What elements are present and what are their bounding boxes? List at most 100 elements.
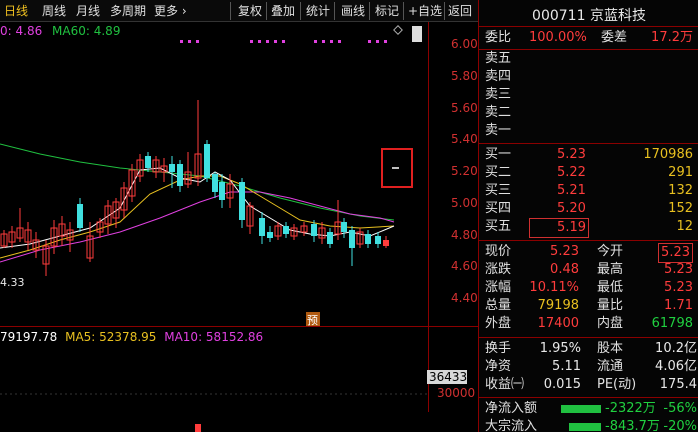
fund-label: 股本	[597, 341, 624, 356]
quote-row: 总量 79198 量比 1.71	[485, 297, 693, 315]
quote-value: 1.71	[664, 298, 693, 313]
draw-line-button[interactable]: 画线	[341, 3, 365, 19]
bid-label: 买三	[485, 183, 512, 198]
bid-volume: 132	[668, 183, 693, 198]
fund-row: 换手 1.95% 股本 10.2亿	[485, 340, 697, 358]
mark-button[interactable]: 标记	[375, 3, 399, 19]
price-tick: 5.60	[451, 101, 478, 115]
quote-value: 5.23	[664, 280, 693, 295]
volume-ma10: MA10: 58152.86	[164, 330, 264, 344]
price-tick: 6.00	[451, 37, 478, 51]
chart-toolbar: 日线 周线 月线 多周期 更多 › 复权 叠加 统计 画线 标记 +自选 返回	[0, 0, 478, 22]
quote-label: 最低	[597, 280, 624, 295]
ask-row: 卖二	[485, 104, 511, 122]
tab-monthly[interactable]: 月线	[76, 3, 100, 19]
quote-value: 5.23	[550, 244, 579, 259]
bid-price: 5.23	[557, 147, 586, 162]
quote-row: 外盘 17400 内盘 61798	[485, 315, 693, 333]
quote-value: 17400	[537, 316, 579, 331]
volume-chart[interactable]	[0, 344, 428, 432]
volume-legend: 79197.78 MA5: 52378.95 MA10: 58152.86	[0, 330, 263, 344]
flow-pct: -56%	[663, 401, 697, 416]
weibi-value: 100.00%	[529, 30, 587, 45]
overlay-button[interactable]: 叠加	[271, 3, 295, 19]
quote-row: 涨幅 10.11% 最低 5.23	[485, 279, 693, 297]
flow-bar	[561, 405, 601, 413]
stats-button[interactable]: 统计	[306, 3, 330, 19]
quote-value: 5.23	[664, 262, 693, 277]
tab-more[interactable]: 更多 ›	[154, 3, 187, 19]
flow-bar	[569, 423, 601, 431]
diamond-icon[interactable]	[393, 25, 403, 35]
fund-value: 0.015	[543, 377, 581, 392]
price-tick: 5.40	[451, 132, 478, 146]
quote-value: 5.23	[658, 243, 693, 263]
quote-label: 最高	[597, 262, 624, 277]
quote-label: 涨幅	[485, 280, 512, 295]
adjust-button[interactable]: 复权	[238, 3, 262, 19]
ask-label: 卖五	[485, 51, 512, 66]
weicha-label: 委差	[601, 30, 628, 45]
back-button[interactable]: 返回	[448, 3, 472, 19]
flow-label: 大宗流入	[485, 419, 538, 432]
tab-daily[interactable]: 日线	[4, 3, 28, 19]
ask-label: 卖二	[485, 105, 512, 120]
quote-label: 内盘	[597, 316, 624, 331]
ask-label: 卖四	[485, 69, 512, 84]
price-tick: 5.00	[451, 196, 478, 210]
price-tick: 4.80	[451, 228, 478, 242]
stock-title: 000711 京蓝科技	[532, 8, 646, 24]
weicha-value: 17.2万	[651, 30, 693, 45]
volume-tick: 30000	[437, 386, 476, 400]
kline-chart[interactable]: 4.33 预	[0, 22, 428, 326]
bid-label: 买五	[485, 219, 512, 234]
fund-value: 175.4	[659, 377, 697, 392]
tab-weekly[interactable]: 周线	[42, 3, 66, 19]
bid-row: 买四 5.20 152	[485, 200, 693, 218]
flow-label: 净流入额	[485, 401, 538, 416]
fund-value: 1.95%	[539, 341, 581, 356]
chart-scroll-handle[interactable]	[412, 26, 422, 42]
add-watchlist-button[interactable]: +自选	[408, 3, 442, 19]
fund-label: PE(动)	[597, 377, 637, 392]
ask-label: 卖三	[485, 87, 512, 102]
quote-panel: 000711 京蓝科技 委比 100.00% 委差 17.2万 卖五 卖四 卖三…	[478, 0, 698, 432]
event-marker[interactable]: 预	[307, 314, 318, 326]
flow-value: -843.7万	[605, 419, 660, 432]
marker-dots	[180, 40, 387, 43]
flow-pct: -20%	[663, 419, 697, 432]
ask-row: 卖五	[485, 50, 511, 68]
quote-row: 涨跌 0.48 最高 5.23	[485, 261, 693, 279]
quote-label: 总量	[485, 298, 512, 313]
fund-value: 5.11	[552, 359, 581, 374]
flow-row: 大宗流入 -843.7万 -20%	[485, 418, 697, 432]
price-tick: 5.80	[451, 69, 478, 83]
bid-volume: 12	[676, 219, 693, 234]
bid-price: 5.21	[557, 183, 586, 198]
flow-row: 净流入额 -2322万 -56%	[485, 400, 697, 418]
bid-label: 买四	[485, 201, 512, 216]
volume-current-badge: 36433	[427, 370, 468, 384]
bid-volume: 291	[668, 165, 693, 180]
bid-volume: 152	[668, 201, 693, 216]
price-tick: 4.60	[451, 259, 478, 273]
quote-value: 61798	[651, 316, 693, 331]
bid-row: 买一 5.23 170986	[485, 146, 693, 164]
low-price-marker: 4.33	[0, 276, 25, 289]
bid-price: 5.22	[557, 165, 586, 180]
ma60-line	[0, 143, 395, 221]
bid-row: 买五 5.19 12	[485, 218, 693, 238]
quote-label: 外盘	[485, 316, 512, 331]
tab-multi-period[interactable]: 多周期	[110, 3, 146, 19]
fund-label: 收益㈠	[485, 377, 525, 392]
price-axis: 6.00 5.80 5.60 5.40 5.20 5.00 4.80 4.60 …	[427, 22, 478, 412]
bid-label: 买二	[485, 165, 512, 180]
flow-value: -2322万	[605, 401, 656, 416]
fund-value: 4.06亿	[655, 359, 697, 374]
candles	[0, 100, 389, 276]
ask-row: 卖三	[485, 86, 511, 104]
bid-row: 买二 5.22 291	[485, 164, 693, 182]
quote-value: 79198	[537, 298, 579, 313]
quote-value: 0.48	[550, 262, 579, 277]
price-tick: 4.40	[451, 291, 478, 305]
